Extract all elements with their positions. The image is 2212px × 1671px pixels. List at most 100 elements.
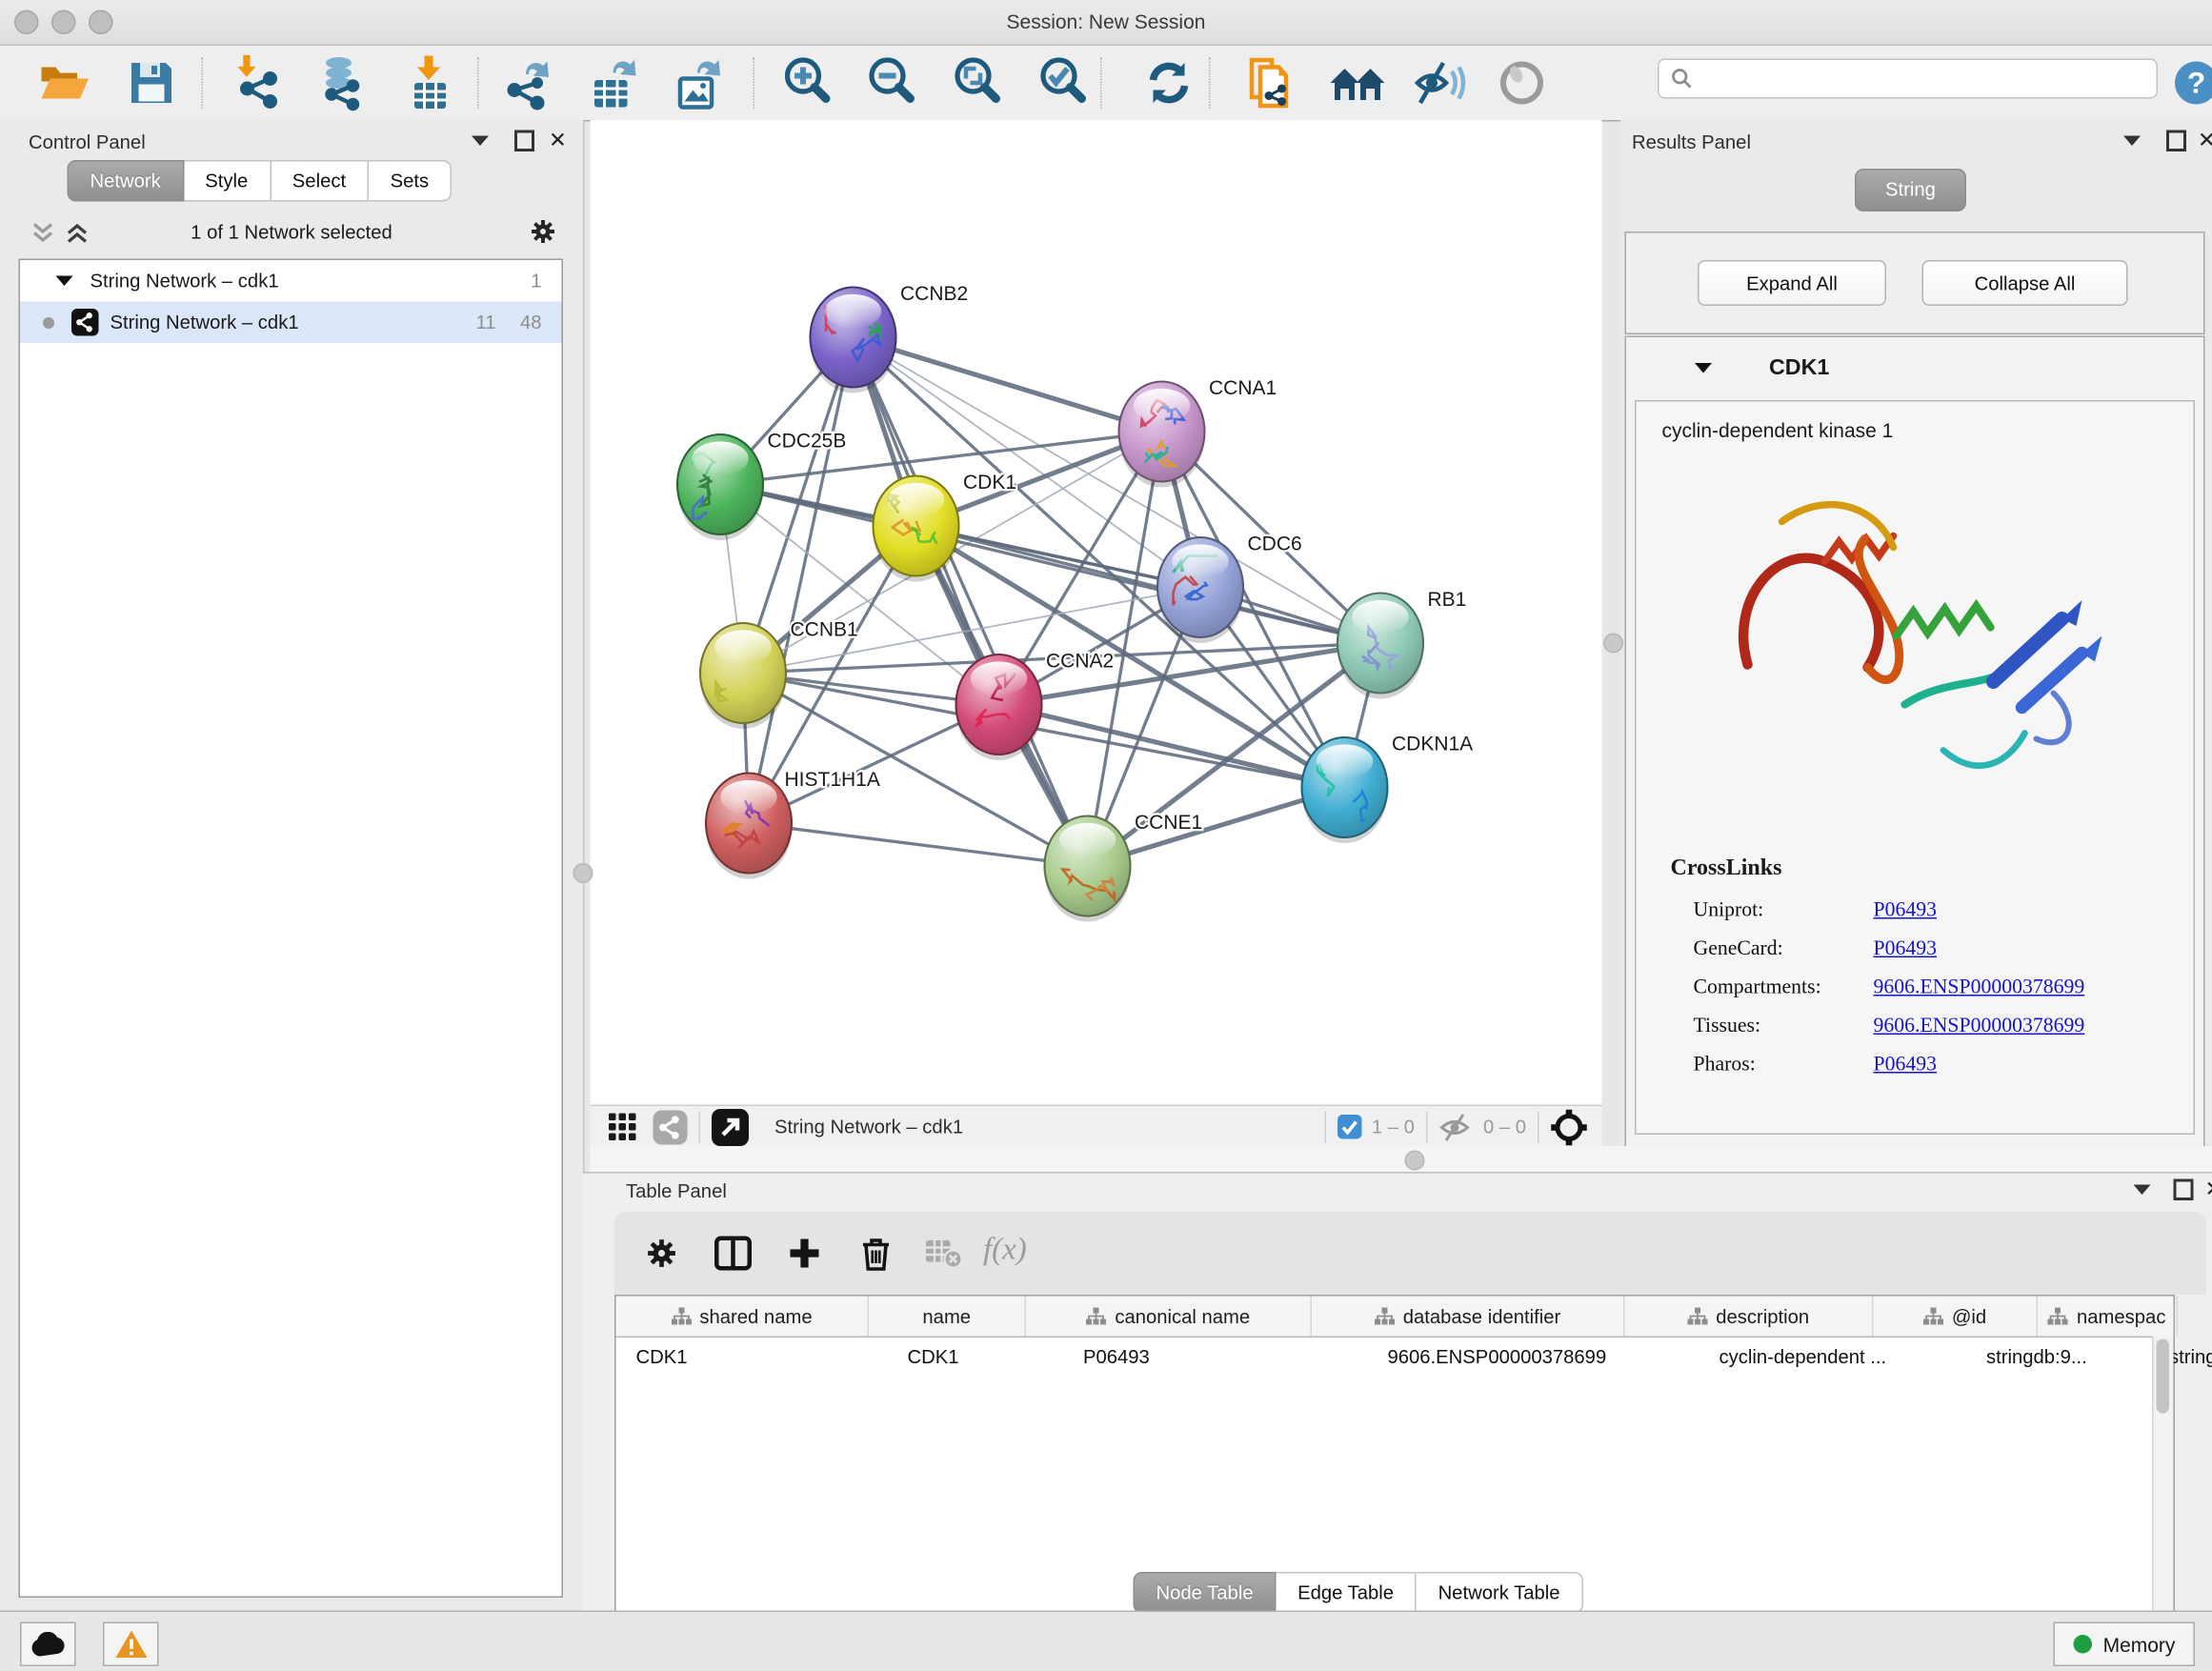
left-splitter-handle[interactable] [573, 863, 593, 883]
close-panel-icon[interactable]: ✕ [2198, 128, 2212, 153]
table-cell[interactable]: CDK1 [888, 1345, 1064, 1367]
import-network-database-button[interactable] [312, 54, 374, 111]
warnings-button[interactable] [103, 1622, 159, 1667]
tab-select[interactable]: Select [271, 160, 369, 202]
node-CCNB1[interactable] [700, 623, 786, 729]
birdseye-view-button[interactable] [1491, 54, 1554, 111]
grid-view-icon[interactable] [608, 1111, 639, 1142]
table-cell[interactable]: P06493 [1063, 1345, 1368, 1367]
node-CCNA2[interactable] [956, 654, 1042, 760]
network-collection-row[interactable]: String Network – cdk1 1 [20, 260, 562, 302]
table-cell[interactable]: cyclin-dependent ... [1699, 1345, 1967, 1367]
selected-checkbox-icon[interactable] [1337, 1115, 1362, 1139]
tab-network[interactable]: Network [68, 160, 184, 202]
crosslink-link[interactable]: 9606.ENSP00000378699 [1874, 1015, 2085, 1039]
right-splitter-handle[interactable] [1603, 634, 1623, 654]
column-header-description[interactable]: description [1625, 1297, 1874, 1337]
node-CCNE1[interactable] [1045, 816, 1131, 922]
tab-edge-table[interactable]: Edge Table [1277, 1572, 1417, 1614]
panel-menu-icon[interactable] [472, 136, 489, 147]
table-header-row[interactable]: shared namenamecanonical namedatabase id… [616, 1297, 2174, 1339]
import-network-file-button[interactable] [228, 54, 291, 111]
crosslink-link[interactable]: P06493 [1874, 937, 1937, 962]
tab-network-table[interactable]: Network Table [1417, 1572, 1582, 1614]
show-graphics-details-button[interactable] [1409, 54, 1472, 111]
show-columns-button[interactable] [705, 1228, 762, 1279]
node-CCNB2[interactable] [811, 288, 896, 393]
refresh-layout-button[interactable] [1137, 54, 1200, 111]
node-CDC25B[interactable] [677, 434, 763, 540]
hidden-count: 0 – 0 [1483, 1117, 1526, 1138]
horizontal-splitter-handle[interactable] [1405, 1151, 1425, 1171]
float-panel-icon[interactable] [2174, 1179, 2194, 1201]
tab-node-table[interactable]: Node Table [1134, 1572, 1277, 1614]
node-RB1[interactable] [1337, 594, 1423, 699]
detach-view-icon[interactable] [712, 1108, 749, 1145]
crosslink-link[interactable]: P06493 [1874, 899, 1937, 924]
save-session-button[interactable] [120, 54, 183, 111]
zoom-in-button[interactable] [776, 54, 839, 111]
delete-column-button[interactable] [848, 1228, 905, 1279]
float-panel-icon[interactable] [514, 131, 534, 152]
network-list: String Network – cdk1 1 String Network –… [19, 259, 564, 1599]
export-network-button[interactable] [497, 54, 560, 111]
table-cell[interactable]: 9606.ENSP00000378699 [1368, 1345, 1699, 1367]
column-header-database-identifier[interactable]: database identifier [1312, 1297, 1625, 1337]
tab-sets[interactable]: Sets [369, 160, 452, 202]
crosslink-link[interactable]: 9606.ENSP00000378699 [1874, 976, 2085, 1001]
crosslink-link[interactable]: P06493 [1874, 1054, 1937, 1078]
export-table-button[interactable] [582, 54, 645, 111]
node-HIST1H1A[interactable] [706, 774, 792, 879]
collapse-all-button[interactable]: Collapse All [1922, 260, 2128, 306]
create-column-button[interactable] [776, 1228, 834, 1279]
zoom-selected-button[interactable] [1032, 54, 1095, 111]
column-header-name[interactable]: name [869, 1297, 1026, 1337]
float-panel-icon[interactable] [2166, 131, 2186, 152]
tab-style[interactable]: Style [184, 160, 271, 202]
close-panel-icon[interactable]: ✕ [2205, 1177, 2212, 1202]
gene-section-header[interactable]: CDK1 [1626, 337, 2203, 400]
search-field[interactable] [1658, 59, 2158, 99]
table-cell[interactable]: CDK1 [616, 1345, 888, 1367]
column-header-namespac[interactable]: namespac [2038, 1297, 2178, 1337]
network-canvas[interactable]: CCNB2CCNA1CDC25BCDK1CDC6RB1CCNB1CCNA2CDK… [591, 120, 1602, 1105]
fit-selected-crosshair-icon[interactable] [1551, 1108, 1588, 1145]
network-options-gear-icon[interactable] [529, 217, 557, 246]
memory-button[interactable]: Memory [2054, 1622, 2196, 1667]
table-options-button[interactable] [633, 1228, 691, 1279]
node-CDK1[interactable] [874, 476, 959, 582]
table-body[interactable]: CDK1CDK1P064939606.ENSP00000378699cyclin… [616, 1338, 2174, 1375]
export-image-button[interactable] [666, 54, 729, 111]
panel-menu-icon[interactable] [2123, 136, 2141, 147]
zoom-out-button[interactable] [860, 54, 923, 111]
network-thumbnails-icon[interactable] [654, 1110, 688, 1144]
section-expander-icon[interactable] [1695, 363, 1712, 373]
tab-string[interactable]: String [1855, 169, 1966, 211]
open-session-button[interactable] [33, 54, 96, 111]
zoom-fit-button[interactable] [946, 54, 1009, 111]
panel-menu-icon[interactable] [2134, 1185, 2151, 1196]
column-header-canonical-name[interactable]: canonical name [1026, 1297, 1312, 1337]
horizontal-splitter[interactable] [591, 1146, 2212, 1172]
close-panel-icon[interactable]: ✕ [549, 128, 567, 153]
node-CCNA1[interactable] [1119, 382, 1205, 488]
help-button[interactable]: ? [2165, 54, 2212, 111]
hidden-eye-icon[interactable] [1438, 1113, 1473, 1141]
node-CDC6[interactable] [1157, 537, 1243, 643]
network-nodes[interactable] [677, 288, 1423, 922]
table-row[interactable]: CDK1CDK1P064939606.ENSP00000378699cyclin… [616, 1338, 2174, 1375]
import-table-button[interactable] [399, 54, 462, 111]
column-header-shared-name[interactable]: shared name [616, 1297, 870, 1337]
search-input[interactable] [1694, 67, 2145, 91]
table-cell[interactable]: stringdb:9... [1966, 1345, 2149, 1367]
cloud-status-button[interactable] [20, 1622, 76, 1667]
node-CDKN1A[interactable] [1302, 737, 1388, 843]
clone-network-button[interactable] [1240, 54, 1303, 111]
vscrollbar-thumb[interactable] [2157, 1339, 2170, 1414]
column-header--id[interactable]: @id [1874, 1297, 2039, 1337]
expand-all-button[interactable]: Expand All [1698, 260, 1886, 306]
network-row-selected[interactable]: String Network – cdk1 11 48 [20, 302, 562, 344]
string-network-graph[interactable]: CCNB2CCNA1CDC25BCDK1CDC6RB1CCNB1CCNA2CDK… [591, 120, 1602, 1105]
home-button[interactable] [1326, 54, 1389, 111]
collection-expander-icon[interactable] [56, 276, 73, 287]
